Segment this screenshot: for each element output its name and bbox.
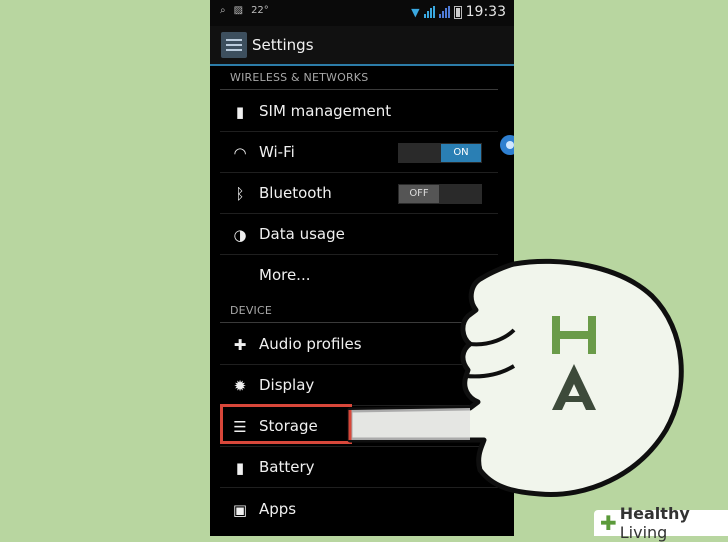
ha-logo-icon — [552, 316, 596, 410]
watermark-brand: Healthy Living — [620, 504, 728, 542]
plus-icon: ✚ — [600, 511, 617, 535]
pointing-hand-illustration — [347, 258, 684, 497]
brand-bold: Healthy — [619, 504, 690, 523]
watermark-logo: ✚ Healthy Living — [594, 504, 728, 542]
brand-rest: Living — [619, 523, 668, 542]
